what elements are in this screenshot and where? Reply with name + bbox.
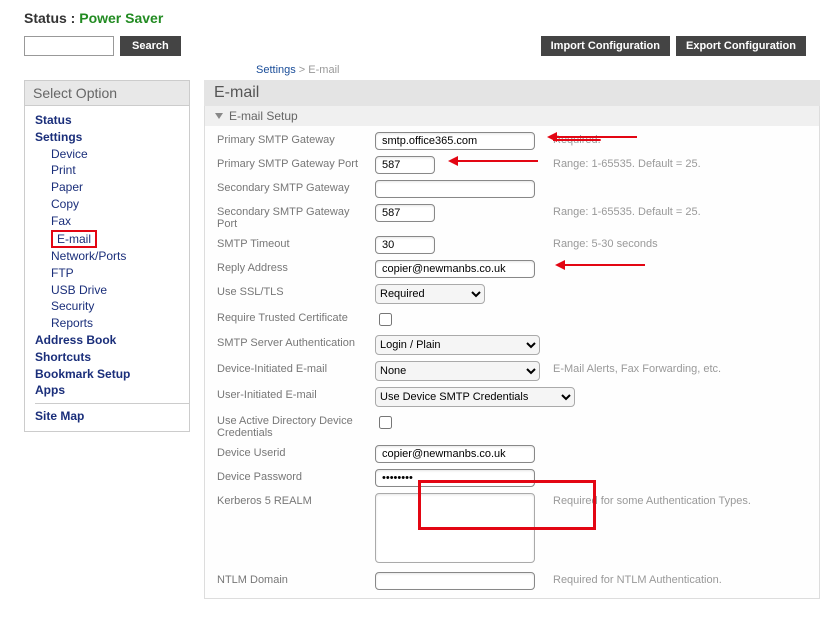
sidebar-item-shortcuts[interactable]: Shortcuts — [35, 349, 189, 366]
device-init-select[interactable]: None — [375, 361, 540, 381]
sidebar-item-email[interactable]: E-mail — [51, 230, 189, 248]
sidebar-item-addressbook[interactable]: Address Book — [35, 332, 189, 349]
label-primary-gw: Primary SMTP Gateway — [217, 132, 367, 146]
sidebar-item-copy[interactable]: Copy — [51, 196, 189, 213]
breadcrumb: Settings > E-mail — [256, 64, 820, 76]
breadcrumb-parent[interactable]: Settings — [256, 64, 296, 76]
user-init-select[interactable]: Use Device SMTP Credentials — [375, 387, 575, 407]
status-bar: Status : Power Saver — [0, 0, 820, 36]
timeout-input[interactable] — [375, 236, 435, 254]
sidebar-item-reports[interactable]: Reports — [51, 315, 189, 332]
chevron-down-icon — [215, 113, 223, 119]
sidebar-item-device[interactable]: Device — [51, 146, 189, 163]
label-userid: Device Userid — [217, 445, 367, 459]
status-value: Power Saver — [79, 10, 163, 26]
import-config-button[interactable]: Import Configuration — [541, 36, 670, 56]
primary-gw-input[interactable] — [375, 132, 535, 150]
hint-primary-gw: Required. — [553, 132, 807, 146]
label-trusted: Require Trusted Certificate — [217, 310, 367, 324]
label-auth: SMTP Server Authentication — [217, 335, 367, 349]
hint-secondary-port: Range: 1-65535. Default = 25. — [553, 204, 807, 218]
password-input[interactable] — [375, 469, 535, 487]
label-kerberos: Kerberos 5 REALM — [217, 493, 367, 507]
sidebar: Select Option Status Settings Device Pri… — [24, 80, 190, 432]
userid-input[interactable] — [375, 445, 535, 463]
hint-kerberos: Required for some Authentication Types. — [553, 493, 807, 507]
annotation-arrow — [565, 264, 645, 266]
label-secondary-port: Secondary SMTP Gateway Port — [217, 204, 367, 230]
sidebar-item-print[interactable]: Print — [51, 162, 189, 179]
sidebar-item-bookmark[interactable]: Bookmark Setup — [35, 366, 189, 383]
label-ntlm: NTLM Domain — [217, 572, 367, 586]
label-device-init: Device-Initiated E-mail — [217, 361, 367, 375]
sidebar-item-network[interactable]: Network/Ports — [51, 248, 189, 265]
label-primary-port: Primary SMTP Gateway Port — [217, 156, 367, 170]
hint-primary-port: Range: 1-65535. Default = 25. — [553, 156, 807, 170]
breadcrumb-current: E-mail — [308, 64, 339, 76]
sidebar-item-usb[interactable]: USB Drive — [51, 282, 189, 299]
label-ssl: Use SSL/TLS — [217, 284, 367, 298]
search-button[interactable]: Search — [120, 36, 181, 56]
sidebar-item-settings[interactable]: Settings — [35, 129, 189, 146]
ssl-select[interactable]: Required — [375, 284, 485, 304]
trusted-checkbox[interactable] — [379, 313, 392, 326]
secondary-gw-input[interactable] — [375, 180, 535, 198]
sidebar-item-paper[interactable]: Paper — [51, 179, 189, 196]
sidebar-item-status[interactable]: Status — [35, 112, 189, 129]
search-input[interactable] — [24, 36, 114, 56]
sidebar-item-fax[interactable]: Fax — [51, 213, 189, 230]
divider — [35, 403, 189, 404]
sidebar-item-security[interactable]: Security — [51, 298, 189, 315]
annotation-arrow — [557, 136, 637, 138]
hint-ntlm: Required for NTLM Authentication. — [553, 572, 807, 586]
label-reply: Reply Address — [217, 260, 367, 274]
ntlm-input[interactable] — [375, 572, 535, 590]
label-ad: Use Active Directory Device Credentials — [217, 413, 367, 439]
kerberos-input[interactable] — [375, 493, 535, 563]
sidebar-item-ftp[interactable]: FTP — [51, 265, 189, 282]
primary-port-input[interactable] — [375, 156, 435, 174]
label-user-init: User-Initiated E-mail — [217, 387, 367, 401]
auth-select[interactable]: Login / Plain — [375, 335, 540, 355]
page-title: E-mail — [204, 80, 820, 106]
label-secondary-gw: Secondary SMTP Gateway — [217, 180, 367, 194]
reply-input[interactable] — [375, 260, 535, 278]
section-email-setup[interactable]: E-mail Setup — [205, 106, 819, 126]
hint-device-init: E-Mail Alerts, Fax Forwarding, etc. — [553, 361, 807, 375]
secondary-port-input[interactable] — [375, 204, 435, 222]
sidebar-title: Select Option — [25, 81, 189, 106]
label-password: Device Password — [217, 469, 367, 483]
export-config-button[interactable]: Export Configuration — [676, 36, 806, 56]
sidebar-item-apps[interactable]: Apps — [35, 382, 189, 399]
annotation-arrow — [458, 160, 538, 162]
status-label: Status : — [24, 10, 79, 26]
label-timeout: SMTP Timeout — [217, 236, 367, 250]
hint-timeout: Range: 5-30 seconds — [553, 236, 807, 250]
sidebar-item-sitemap[interactable]: Site Map — [35, 408, 189, 425]
ad-checkbox[interactable] — [379, 416, 392, 429]
